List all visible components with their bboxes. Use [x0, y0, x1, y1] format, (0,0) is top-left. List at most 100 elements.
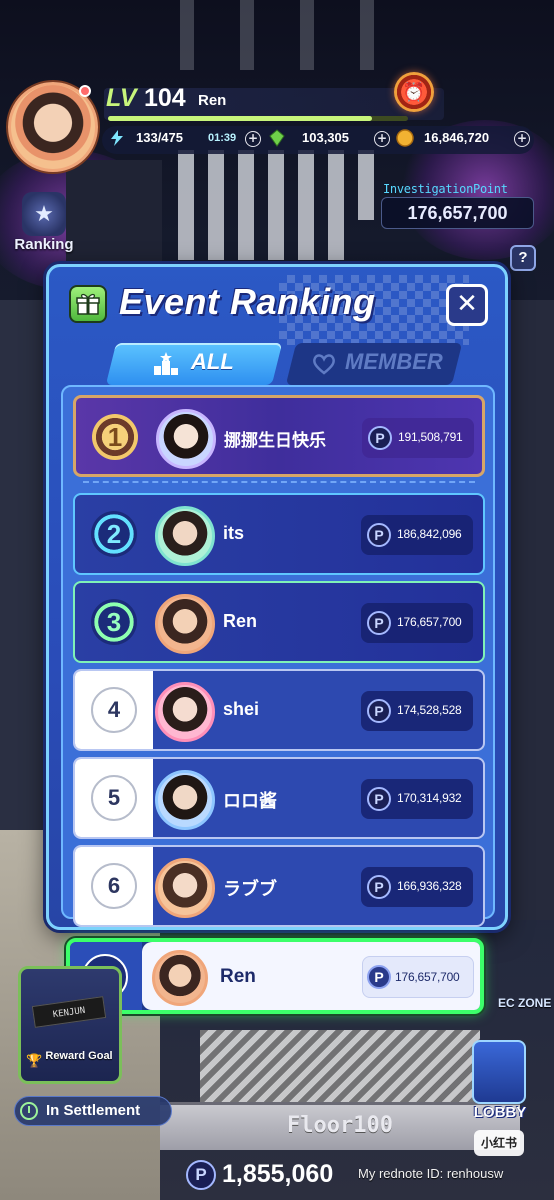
score-value: 186,842,096	[397, 527, 462, 541]
podium-icon	[154, 352, 178, 375]
player-name: shei	[223, 699, 260, 719]
background-pillar	[0, 300, 46, 840]
background-awning	[200, 1030, 480, 1102]
ranking-row[interactable]: 3 Ren P 176,657,700	[73, 581, 485, 663]
close-button[interactable]: ✕	[446, 284, 488, 326]
ec-zone-label: EC ZONE	[498, 996, 552, 1010]
ranking-side-button[interactable]: ★ Ranking	[6, 192, 82, 260]
points-coin-icon: P	[186, 1160, 216, 1190]
points-coin-icon: P	[367, 523, 391, 547]
my-score-pill: P 176,657,700	[362, 956, 474, 998]
my-avatar	[152, 950, 208, 1006]
background-stripe	[240, 0, 254, 70]
background-stripe	[178, 150, 194, 260]
lightning-icon	[111, 130, 123, 146]
investigation-point-label: InvestigationPoint	[383, 182, 508, 196]
my-rank-bar[interactable]: 3 Ren P 176,657,700	[66, 938, 484, 1014]
score-value: 191,508,791	[398, 430, 463, 444]
lobby-building-icon	[472, 1040, 526, 1104]
clock-icon	[20, 1102, 38, 1120]
rank-badge: 5	[91, 775, 137, 821]
player-level: 104	[144, 84, 186, 112]
score-pill: P 166,936,328	[361, 867, 473, 907]
background-stripe	[238, 150, 254, 260]
reward-goal-label: Reward Goal	[45, 1050, 113, 1062]
ranking-podium-icon: ★	[22, 192, 66, 236]
tab-all-label: ALL	[191, 349, 234, 374]
trophy-icon: 🏆	[26, 1054, 43, 1069]
avatar	[155, 594, 215, 654]
ranking-row[interactable]: 5 ロロ酱 P 170,314,932	[73, 757, 485, 839]
avatar	[155, 682, 215, 742]
level-prefix: LV	[106, 84, 137, 112]
ranking-row[interactable]: 6 ラブブ P 166,936,328	[73, 845, 485, 927]
ranking-row[interactable]: 1 挪挪生日快乐 P 191,508,791	[73, 395, 485, 477]
points-coin-icon: P	[367, 699, 391, 723]
score-pill: P 191,508,791	[362, 418, 474, 458]
rednote-badge: 小红书	[474, 1130, 524, 1156]
score-value: 174,528,528	[397, 703, 462, 717]
points-balance: 1,855,060	[222, 1160, 334, 1188]
rank-badge: 6	[91, 863, 137, 909]
background-pillar	[508, 300, 554, 920]
my-score-value: 176,657,700	[395, 970, 460, 984]
points-coin-icon: P	[367, 611, 391, 635]
reward-tag: KENJUN	[31, 996, 107, 1028]
avatar	[155, 770, 215, 830]
background-stripe	[298, 150, 314, 260]
background-stripe	[360, 0, 374, 70]
rank-badge: 4	[91, 687, 137, 733]
tab-member-label: MEMBER	[345, 349, 443, 374]
avatar	[156, 409, 216, 469]
xp-progress-track	[108, 116, 408, 121]
add-gems-button[interactable]: +	[374, 131, 390, 147]
player-name: Ren	[198, 92, 227, 109]
background-stripe	[268, 150, 284, 260]
score-pill: P 174,528,528	[361, 691, 473, 731]
row-side-tab	[483, 422, 485, 452]
energy-timer: 01:39	[208, 132, 237, 144]
xp-progress-fill	[108, 116, 372, 121]
rank-badge: 2	[91, 511, 137, 557]
background-stripe	[358, 150, 374, 220]
energy-value: 133/475	[136, 130, 183, 145]
add-gold-button[interactable]: +	[514, 131, 530, 147]
ranking-row[interactable]: 2 its P 186,842,096	[73, 493, 485, 575]
player-name: ロロ酱	[223, 791, 277, 811]
score-pill: P 170,314,932	[361, 779, 473, 819]
player-name: Ren	[223, 611, 258, 631]
ranking-side-label: Ranking	[14, 236, 74, 253]
ranking-row[interactable]: 4 shei P 174,528,528	[73, 669, 485, 751]
points-coin-icon: P	[367, 787, 391, 811]
score-value: 176,657,700	[397, 615, 462, 629]
points-coin-icon: P	[367, 965, 391, 989]
points-coin-icon: P	[367, 875, 391, 899]
rank-badge: 1	[92, 414, 138, 460]
avatar	[155, 506, 215, 566]
background-stripe	[208, 150, 224, 260]
background-stripe	[328, 150, 344, 260]
gem-value: 103,305	[302, 130, 349, 145]
player-name: ラブブ	[223, 879, 277, 899]
background-stripe	[180, 0, 194, 70]
gift-icon	[69, 285, 107, 323]
watermark-text: My rednote ID: renhousw	[358, 1166, 504, 1181]
row-side-tab	[73, 422, 75, 452]
player-name: its	[223, 523, 245, 543]
score-value: 166,936,328	[397, 879, 462, 893]
modal-title: Event Ranking	[119, 281, 376, 322]
lobby-label: LOBBY	[473, 1104, 527, 1121]
alarm-clock-icon[interactable]: ⏰	[394, 72, 434, 112]
gold-coin-icon	[396, 129, 414, 147]
investigation-point-value: 176,657,700	[381, 197, 534, 229]
points-coin-icon: P	[368, 426, 392, 450]
score-pill: P 186,842,096	[361, 515, 473, 555]
help-button[interactable]: ?	[510, 245, 536, 271]
player-avatar[interactable]	[8, 82, 98, 172]
avatar	[155, 858, 215, 918]
gold-value: 16,846,720	[424, 130, 490, 145]
add-energy-button[interactable]: +	[245, 131, 261, 147]
rank-badge: 3	[91, 599, 137, 645]
notification-dot	[79, 85, 91, 97]
player-name: 挪挪生日快乐	[224, 431, 326, 450]
